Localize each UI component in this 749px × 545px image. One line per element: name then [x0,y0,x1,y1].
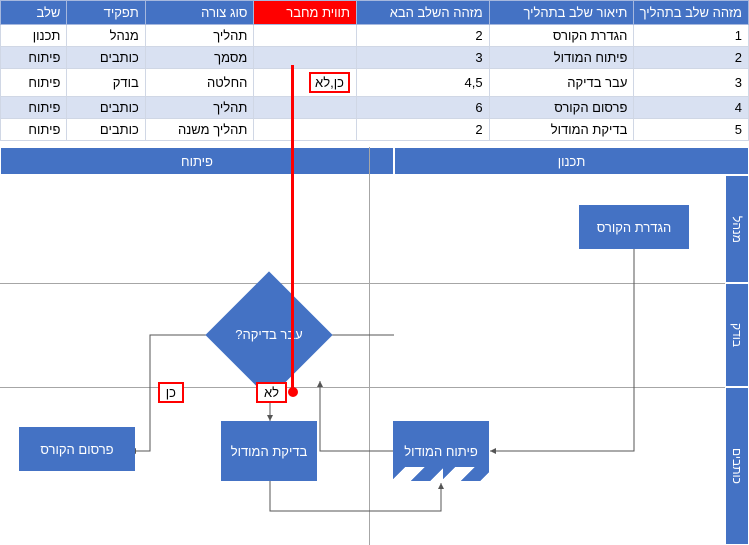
col-step-desc: תיאור שלב בתהליך [489,1,634,25]
lane-divider [0,387,725,388]
cell-shape: תהליך [145,97,254,119]
cell-conn [254,119,357,141]
shape-label: בדיקת המודול [231,444,308,459]
shape-module-development[interactable]: פיתוח המודול [393,421,489,481]
cell-id: 3 [634,69,749,97]
edge-label-yes: כן [158,382,184,403]
cell-conn [254,97,357,119]
cell-conn [254,47,357,69]
cell-next: 2 [356,25,489,47]
phase-dev-header: פיתוח [0,147,394,175]
table-row: 3 עבר בדיקה 4,5 כן,לא החלטה בודק פיתוח [1,69,749,97]
cell-conn: כן,לא [254,69,357,97]
cell-desc: בדיקת המודול [489,119,634,141]
flowchart: מנהל בודק כותבים הגדרת הקורס עבר בדיקה? … [0,175,749,545]
cell-phase: פיתוח [1,119,67,141]
col-connector: תווית מחבר [254,1,357,25]
lane-divider [0,283,725,284]
cell-desc: פיתוח המודול [489,47,634,69]
cell-next: 4,5 [356,69,489,97]
shape-label: עבר בדיקה? [224,290,314,380]
col-role: תפקיד [67,1,145,25]
phase-plan-header: תכנון [394,147,749,175]
shape-publish-course[interactable]: פרסום הקורס [19,427,135,471]
cell-next: 6 [356,97,489,119]
table-row: 5 בדיקת המודול 2 תהליך משנה כותבים פיתוח [1,119,749,141]
cell-desc: עבר בדיקה [489,69,634,97]
cell-role: כותבים [67,47,145,69]
process-table: מזהה שלב בתהליך תיאור שלב בתהליך מזהה הש… [0,0,749,141]
cell-shape: תהליך [145,25,254,47]
phase-divider [369,147,370,545]
cell-next: 2 [356,119,489,141]
cell-desc: הגדרת הקורס [489,25,634,47]
cell-phase: פיתוח [1,47,67,69]
col-step-id: מזהה שלב בתהליך [634,1,749,25]
callout-dot-icon [288,387,298,397]
cell-desc: פרסום הקורס [489,97,634,119]
col-phase: שלב [1,1,67,25]
col-shape: סוג צורה [145,1,254,25]
role-lane-writers: כותבים [725,387,749,545]
role-lane-checker: בודק [725,283,749,387]
cell-role: בודק [67,69,145,97]
cell-role: כותבים [67,119,145,141]
cell-next: 3 [356,47,489,69]
cell-id: 2 [634,47,749,69]
cell-id: 1 [634,25,749,47]
shape-course-definition[interactable]: הגדרת הקורס [579,205,689,249]
cell-phase: תכנון [1,25,67,47]
shape-label: הגדרת הקורס [597,220,671,235]
cell-id: 5 [634,119,749,141]
role-lane-manager: מנהל [725,175,749,283]
col-next-id: מזהה השלב הבא [356,1,489,25]
cell-phase: פיתוח [1,97,67,119]
cell-role: כותבים [67,97,145,119]
cell-shape: החלטה [145,69,254,97]
cell-shape: תהליך משנה [145,119,254,141]
shape-label: פרסום הקורס [40,442,113,457]
table-row: 2 פיתוח המודול 3 מסמך כותבים פיתוח [1,47,749,69]
cell-conn [254,25,357,47]
callout-line [291,65,294,390]
cell-role: מנהל [67,25,145,47]
shape-label: פיתוח המודול [404,444,478,459]
cell-shape: מסמך [145,47,254,69]
edge-label-no: לא [256,382,287,403]
shape-module-check[interactable]: בדיקת המודול [221,421,317,481]
swimlane-phases: תכנון פיתוח [0,147,749,175]
cell-id: 4 [634,97,749,119]
table-row: 1 הגדרת הקורס 2 תהליך מנהל תכנון [1,25,749,47]
cell-phase: פיתוח [1,69,67,97]
table-row: 4 פרסום הקורס 6 תהליך כותבים פיתוח [1,97,749,119]
shape-passed-check-decision[interactable]: עבר בדיקה? [205,271,332,398]
